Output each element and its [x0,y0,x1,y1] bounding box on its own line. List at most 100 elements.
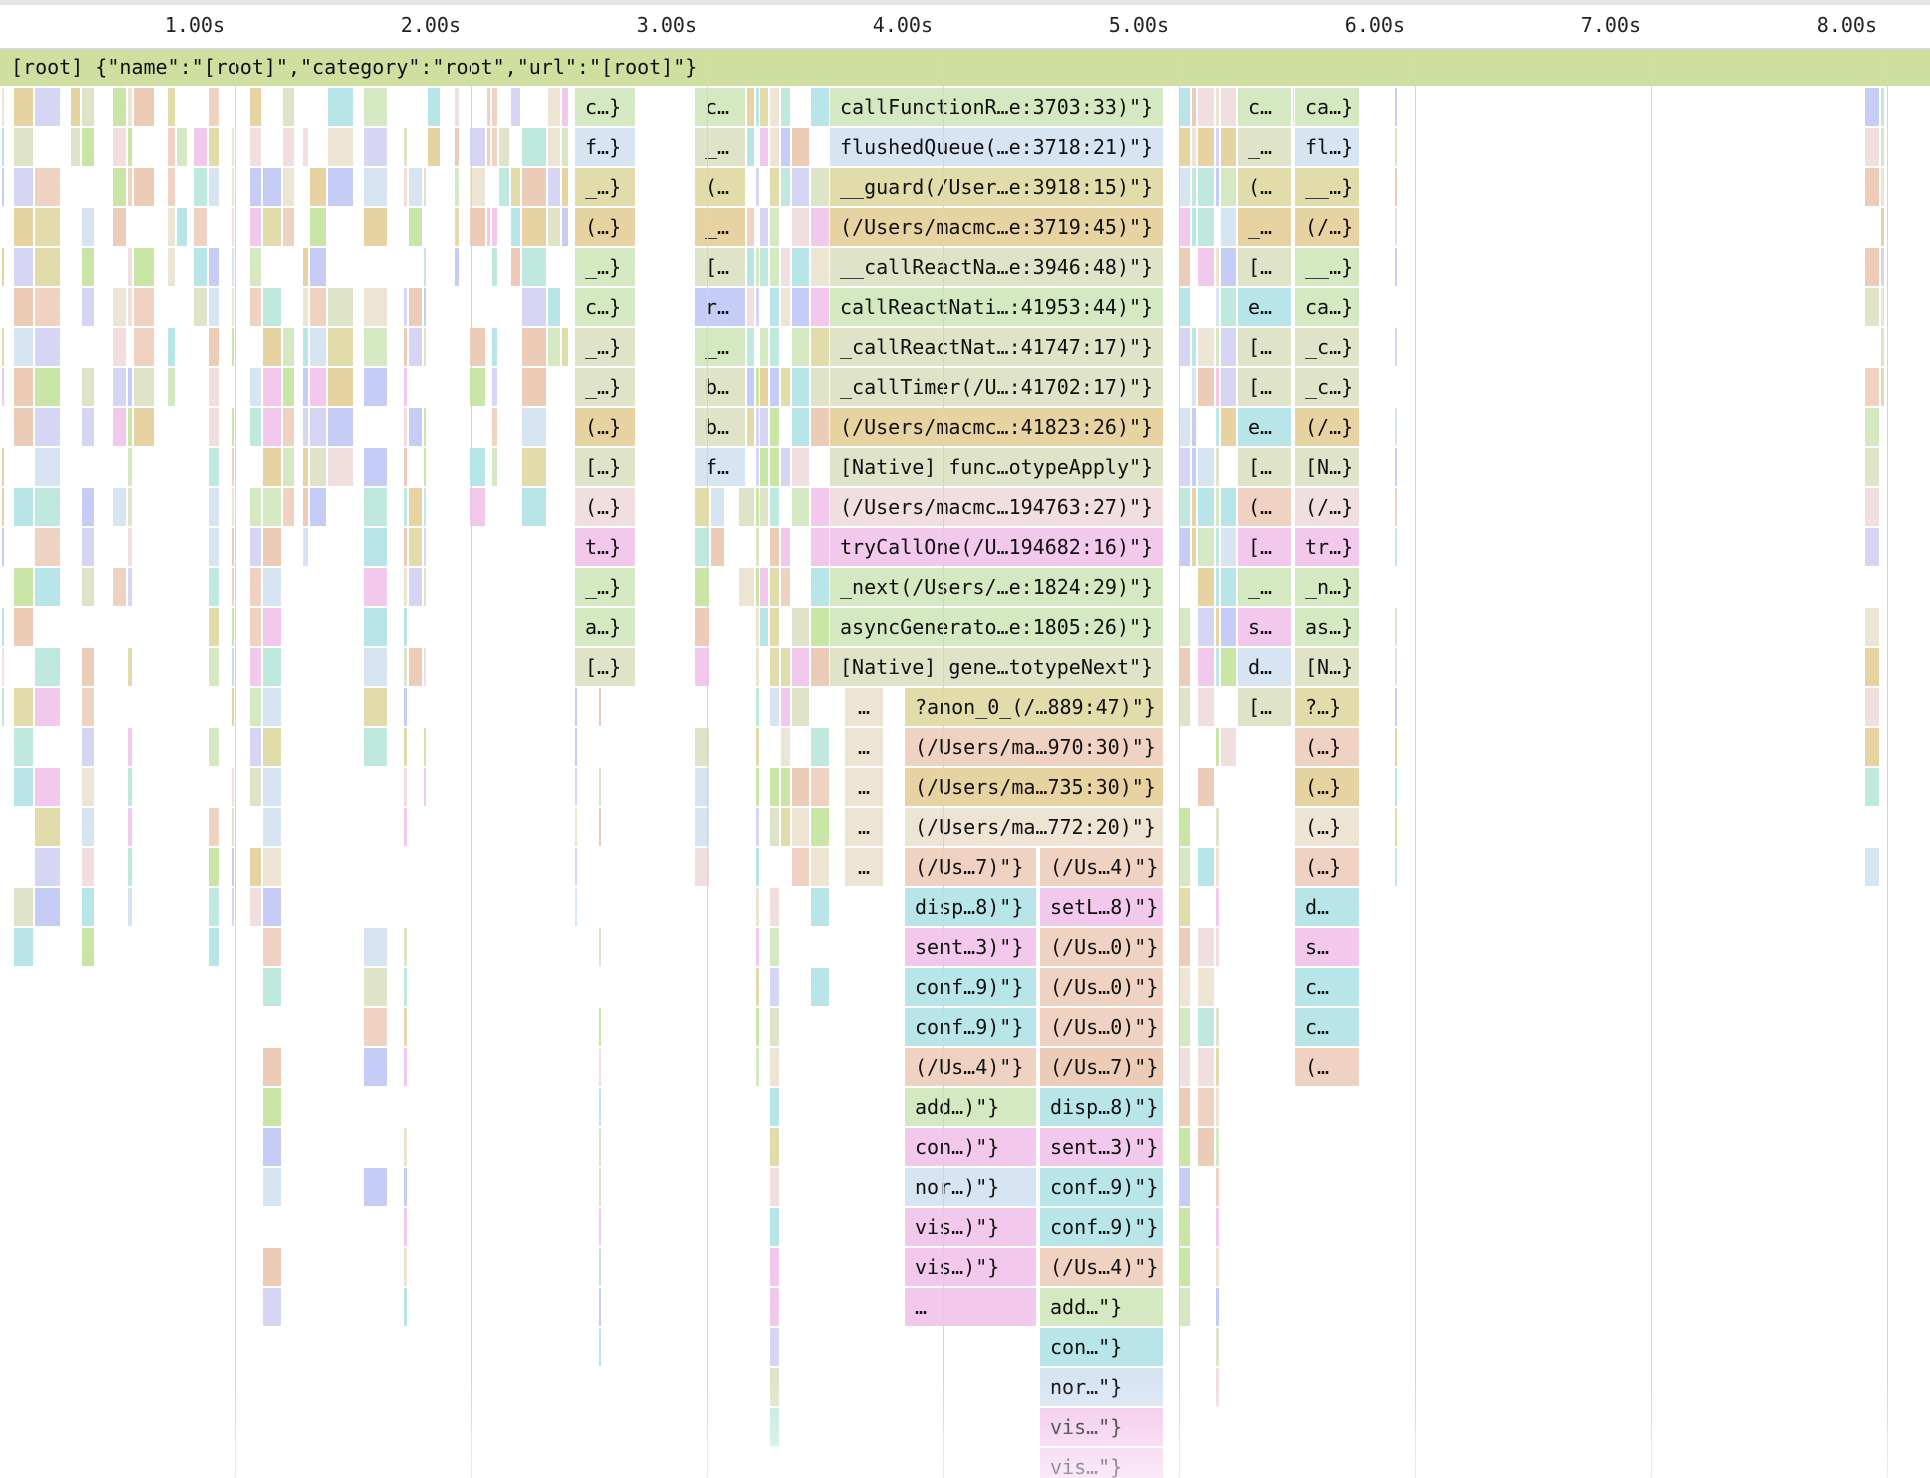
stack-frame-sliver[interactable] [424,648,427,686]
stack-frame-sliver[interactable] [404,448,408,486]
stack-frame-sliver[interactable] [1216,1088,1220,1126]
stack-frame-sliver[interactable] [404,328,408,366]
stack-frame-sliver[interactable] [2,448,5,486]
stack-frame[interactable]: [… [1238,368,1293,406]
stack-frame-sliver[interactable] [1881,368,1885,406]
stack-frame-sliver[interactable] [209,568,220,606]
stack-frame-sliver[interactable] [760,248,769,286]
stack-frame-sliver[interactable] [1865,528,1880,566]
stack-frame-sliver[interactable] [781,528,791,566]
stack-frame-sliver[interactable] [756,648,760,686]
stack-frame-sliver[interactable] [263,208,282,246]
stack-frame-sliver[interactable] [695,568,710,606]
stack-frame-sliver[interactable] [1395,768,1398,806]
stack-frame-sliver[interactable] [328,88,354,126]
stack-frame-sliver[interactable] [1216,328,1220,366]
stack-frame-sliver[interactable] [404,568,408,606]
stack-frame-sliver[interactable] [328,128,354,166]
stack-frame[interactable]: (… [1295,1048,1361,1086]
stack-frame-sliver[interactable] [283,448,295,486]
stack-frame[interactable]: (/Us…4)"} [1040,848,1165,886]
stack-frame-sliver[interactable] [209,528,220,566]
stack-frame-sliver[interactable] [760,328,769,366]
stack-frame[interactable]: vis…)"} [905,1248,1038,1286]
stack-frame-sliver[interactable] [492,448,498,486]
stack-frame-sliver[interactable] [1180,408,1191,446]
stack-frame[interactable]: (/Users/macmc…194763:27)"} [830,488,1165,526]
stack-frame-sliver[interactable] [1865,288,1880,326]
stack-frame-sliver[interactable] [364,288,388,326]
stack-frame-sliver[interactable] [328,168,354,206]
stack-frame-sliver[interactable] [35,848,61,886]
stack-frame-sliver[interactable] [250,208,262,246]
stack-frame-sliver[interactable] [328,328,354,366]
stack-frame-sliver[interactable] [792,608,810,646]
stack-frame[interactable]: callFunctionR…e:3703:33)"} [830,88,1165,126]
stack-frame-sliver[interactable] [548,168,561,206]
stack-frame[interactable]: _…} [575,568,637,606]
stack-frame-sliver[interactable] [232,248,235,286]
stack-frame[interactable]: _… [1238,568,1293,606]
stack-frame-sliver[interactable] [770,1368,780,1406]
stack-frame-sliver[interactable] [770,1048,780,1086]
stack-frame-sliver[interactable] [428,128,441,166]
stack-frame-sliver[interactable] [770,1408,780,1446]
stack-frame-sliver[interactable] [1180,288,1191,326]
stack-frame-sliver[interactable] [310,408,327,446]
stack-frame-sliver[interactable] [770,688,780,726]
stack-frame-sliver[interactable] [263,1128,282,1166]
stack-frame[interactable]: __guard(/User…e:3918:15)"} [830,168,1165,206]
stack-frame-sliver[interactable] [756,1008,760,1046]
stack-frame-sliver[interactable] [263,968,282,1006]
stack-frame[interactable]: [N…} [1295,648,1361,686]
stack-frame-sliver[interactable] [770,1288,780,1326]
stack-frame[interactable]: _… [1238,208,1293,246]
stack-frame-sliver[interactable] [209,128,220,166]
stack-frame-sliver[interactable] [1881,248,1885,286]
stack-frame-sliver[interactable] [739,488,755,526]
stack-frame-sliver[interactable] [770,1328,780,1366]
stack-frame-sliver[interactable] [283,368,295,406]
stack-frame-sliver[interactable] [1192,368,1197,406]
stack-frame-sliver[interactable] [770,1008,780,1046]
stack-frame-sliver[interactable] [424,768,427,806]
stack-frame-sliver[interactable] [35,288,61,326]
stack-frame-sliver[interactable] [1216,928,1220,966]
stack-frame-sliver[interactable] [283,88,295,126]
stack-frame-sliver[interactable] [128,128,133,166]
stack-frame-sliver[interactable] [756,888,760,926]
stack-frame-sliver[interactable] [209,88,220,126]
stack-frame-sliver[interactable] [522,368,547,406]
stack-frame-sliver[interactable] [263,408,282,446]
stack-frame-sliver[interactable] [792,448,810,486]
stack-frame-sliver[interactable] [599,1088,602,1126]
stack-frame-sliver[interactable] [548,328,561,366]
stack-frame-sliver[interactable] [283,328,295,366]
stack-frame-sliver[interactable] [770,168,780,206]
stack-frame-sliver[interactable] [1198,1008,1215,1046]
stack-frame-sliver[interactable] [14,328,34,366]
stack-frame-sliver[interactable] [14,288,34,326]
stack-frame-sliver[interactable] [424,168,427,206]
stack-frame-sliver[interactable] [209,928,220,966]
stack-frame-sliver[interactable] [695,648,710,686]
stack-frame-sliver[interactable] [760,408,769,446]
stack-frame-sliver[interactable] [770,488,780,526]
stack-frame-sliver[interactable] [1865,248,1880,286]
stack-frame[interactable]: setL…8)"} [1040,888,1165,926]
stack-frame-sliver[interactable] [209,648,220,686]
stack-frame-sliver[interactable] [424,408,427,446]
stack-frame-sliver[interactable] [232,448,235,486]
stack-frame[interactable]: […} [575,448,637,486]
stack-frame[interactable]: e… [1238,408,1293,446]
stack-frame-sliver[interactable] [14,608,34,646]
stack-frame-sliver[interactable] [781,288,791,326]
stack-frame-sliver[interactable] [522,328,547,366]
stack-frame-sliver[interactable] [209,408,220,446]
stack-frame-sliver[interactable] [1180,168,1191,206]
stack-frame-sliver[interactable] [14,88,34,126]
stack-frame-sliver[interactable] [263,1088,282,1126]
stack-frame-sliver[interactable] [328,408,354,446]
stack-frame[interactable]: sent…3)"} [905,928,1038,966]
stack-frame-sliver[interactable] [1865,488,1880,526]
